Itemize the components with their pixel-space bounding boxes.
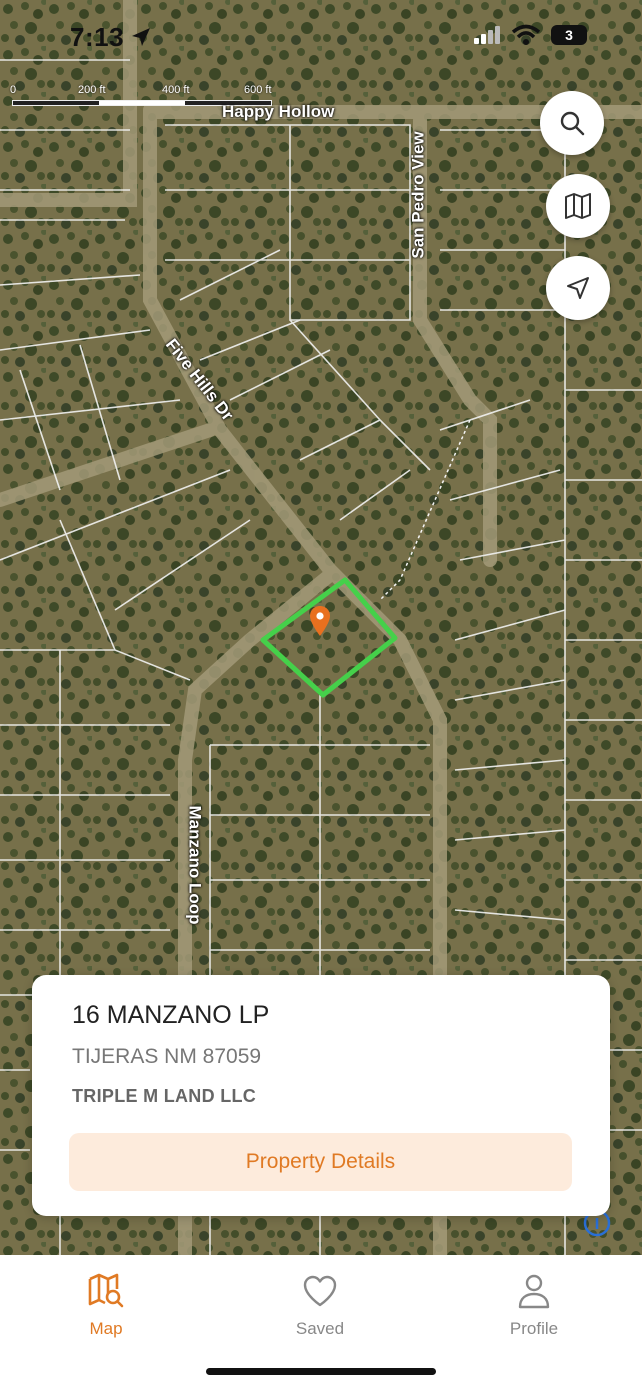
current-location-button[interactable] [546, 256, 610, 320]
scale-label: 200 ft [78, 84, 106, 96]
scale-label: 600 ft [244, 84, 272, 96]
location-pin-icon[interactable] [308, 605, 332, 637]
heart-icon [303, 1275, 337, 1307]
tab-saved[interactable]: Saved [260, 1271, 380, 1339]
location-services-icon [132, 28, 150, 46]
road-label-happy-hollow: Happy Hollow [222, 102, 335, 121]
property-address: 16 MANZANO LP [72, 1001, 270, 1029]
map-search-icon [88, 1273, 124, 1308]
home-indicator[interactable] [206, 1368, 436, 1375]
tab-map[interactable]: Map [46, 1271, 166, 1339]
search-icon [560, 111, 585, 136]
wifi-icon [511, 24, 541, 45]
road-label-san-pedro-view: San Pedro View [408, 131, 428, 259]
road-label-manzano-loop: Manzano Loop [185, 805, 205, 925]
tab-profile[interactable]: Profile [474, 1271, 594, 1339]
status-bar: 7:13 3 [0, 0, 642, 70]
scale-label: 400 ft [162, 84, 190, 96]
tab-label-profile: Profile [509, 1319, 559, 1338]
status-time: 7:13 [70, 22, 125, 52]
property-card[interactable]: 16 MANZANO LP TIJERAS NM 87059 TRIPLE M … [32, 975, 610, 1216]
map-icon [565, 193, 591, 219]
property-details-button[interactable]: Property Details [69, 1133, 572, 1191]
battery-indicator: 3 [551, 25, 587, 45]
navigation-arrow-icon [567, 277, 589, 299]
cellular-signal-icon [474, 26, 500, 44]
scale-label: 0 [10, 84, 17, 96]
tab-label-saved: Saved [295, 1319, 345, 1338]
property-owner: TRIPLE M LAND LLC [72, 1086, 257, 1106]
map-layers-button[interactable] [546, 174, 610, 238]
person-icon [518, 1274, 550, 1309]
tab-label-map: Map [89, 1319, 123, 1338]
property-city-state-zip: TIJERAS NM 87059 [72, 1045, 262, 1068]
search-button[interactable] [540, 91, 604, 155]
